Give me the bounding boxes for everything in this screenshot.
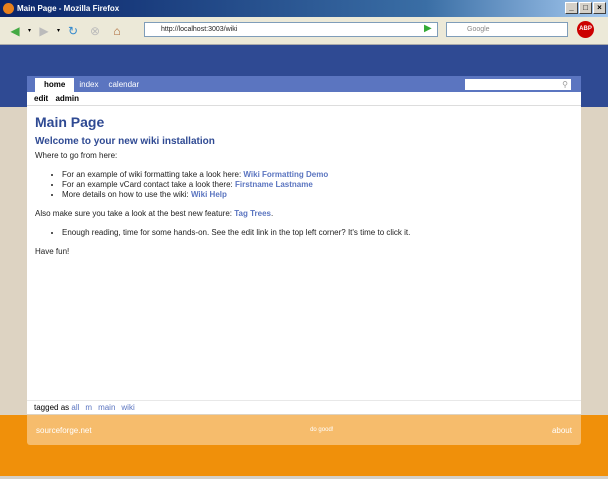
wiki-help-link[interactable]: Wiki Help xyxy=(191,190,227,199)
url-input[interactable]: http://localhost:3003/wiki xyxy=(144,22,438,37)
list-item: For an example of wiki formatting take a… xyxy=(62,170,573,179)
firefox-icon xyxy=(3,3,14,14)
tag-all[interactable]: all xyxy=(71,403,79,412)
subnav: edit admin xyxy=(27,92,581,106)
wiki-formatting-link[interactable]: Wiki Formatting Demo xyxy=(243,170,328,179)
tag-wiki[interactable]: wiki xyxy=(121,403,134,412)
content: Main Page Welcome to your new wiki insta… xyxy=(27,106,581,400)
back-icon[interactable]: ◀ xyxy=(6,22,24,40)
tag-trees-link[interactable]: Tag Trees xyxy=(234,209,271,218)
tag-m[interactable]: m xyxy=(85,403,92,412)
forward-icon[interactable]: ▶ xyxy=(35,22,53,40)
list-item: More details on how to use the wiki: Wik… xyxy=(62,190,573,199)
vcard-link[interactable]: Firstname Lastname xyxy=(235,180,313,189)
tab-calendar[interactable]: calendar xyxy=(103,78,144,92)
admin-link[interactable]: admin xyxy=(55,94,79,103)
adblock-icon[interactable]: ABP xyxy=(577,21,594,38)
search-input[interactable]: Google xyxy=(446,22,568,37)
list-item: For an example vCard contact take a look… xyxy=(62,180,573,189)
maximize-button[interactable]: □ xyxy=(579,2,592,14)
sourceforge-link[interactable]: sourceforge.net xyxy=(36,426,92,435)
page-title: Main Page xyxy=(35,114,105,130)
browser-toolbar: ◀ ▾ ▶ ▾ ↻ ⊗ ⌂ http://localhost:3003/wiki ▶… xyxy=(0,17,608,45)
tab-index[interactable]: index xyxy=(74,78,103,92)
tab-home[interactable]: home xyxy=(35,78,75,92)
footer: sourceforge.net do good! about xyxy=(27,415,581,445)
feature-text: Also make sure you take a look at the be… xyxy=(35,209,274,218)
about-link[interactable]: about xyxy=(552,426,572,435)
edit-link[interactable]: edit xyxy=(34,94,48,103)
list-item: Enough reading, time for some hands-on. … xyxy=(62,228,573,237)
tab-bar: home index calendar ⚲ xyxy=(27,76,581,92)
window-title: Main Page - Mozilla Firefox xyxy=(17,4,120,13)
intro-text: Where to go from here: xyxy=(35,151,118,160)
page: home index calendar ⚲ edit admin Main Pa… xyxy=(0,45,608,476)
stop-icon[interactable]: ⊗ xyxy=(86,22,104,40)
search-icon: ⚲ xyxy=(562,80,568,89)
footer-slogan: do good! xyxy=(310,427,334,433)
tag-main[interactable]: main xyxy=(98,403,115,412)
go-icon[interactable]: ▶ xyxy=(424,23,432,34)
close-button[interactable]: × xyxy=(593,2,606,14)
wiki-search-input[interactable]: ⚲ xyxy=(465,79,571,90)
minimize-button[interactable]: _ xyxy=(565,2,578,14)
outro-text: Have fun! xyxy=(35,247,70,256)
window-titlebar: Main Page - Mozilla Firefox _ □ × xyxy=(0,0,608,17)
tags-bar: tagged as all m main wiki xyxy=(27,400,581,414)
reload-icon[interactable]: ↻ xyxy=(64,22,82,40)
page-subtitle: Welcome to your new wiki installation xyxy=(35,136,215,147)
home-icon[interactable]: ⌂ xyxy=(108,22,126,40)
